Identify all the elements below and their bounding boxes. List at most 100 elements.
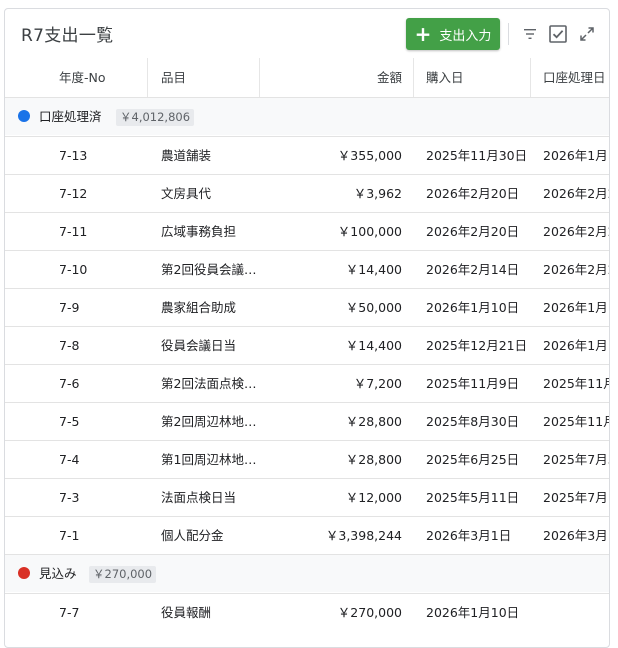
cell-item: 農道舗装 bbox=[161, 148, 212, 163]
cell-account-date: 2025年11月 bbox=[543, 414, 610, 429]
cell-year-no: 7-8 bbox=[59, 338, 80, 353]
add-expense-label: 支出入力 bbox=[439, 28, 492, 44]
expense-table: 年度-No 品目 金額 購入日 口座処理日 口座処理済 ￥4,012,806 7-1… bbox=[5, 58, 610, 647]
column-header-purchase-date[interactable]: 購入日 bbox=[426, 58, 531, 98]
cell-item: 役員会議日当 bbox=[161, 338, 237, 353]
cell-item: 文房具代 bbox=[161, 186, 212, 201]
cell-amount: ￥7,200 bbox=[353, 376, 402, 391]
checkbox-icon[interactable] bbox=[546, 22, 570, 46]
table-row[interactable]: 7-10 第2回役員会議… ￥14,400 2026年2月14日 2026年2月2 bbox=[5, 250, 610, 288]
cell-amount: ￥3,962 bbox=[353, 186, 402, 201]
cell-amount: ￥355,000 bbox=[337, 148, 402, 163]
cell-item: 個人配分金 bbox=[161, 528, 224, 543]
cell-account-date: 2025年7月3 bbox=[543, 452, 610, 467]
cell-item: 第2回役員会議… bbox=[161, 262, 257, 277]
cell-purchase-date: 2025年11月30日 bbox=[426, 148, 528, 163]
table-header-row: 年度-No 品目 金額 購入日 口座処理日 bbox=[5, 58, 609, 98]
cell-purchase-date: 2026年1月10日 bbox=[426, 300, 520, 315]
column-divider bbox=[147, 58, 148, 98]
cell-purchase-date: 2025年11月9日 bbox=[426, 376, 520, 391]
table-row[interactable]: 7-11 広域事務負担 ￥100,000 2026年2月20日 2026年2月2 bbox=[5, 212, 610, 250]
expand-icon[interactable] bbox=[575, 22, 599, 46]
cell-amount: ￥14,400 bbox=[345, 338, 402, 353]
group-total-badge: ￥4,012,806 bbox=[116, 109, 195, 126]
cell-amount: ￥3,398,244 bbox=[325, 528, 402, 543]
table-row[interactable]: 7-1 個人配分金 ￥3,398,244 2026年3月1日 2026年3月1 bbox=[5, 516, 610, 554]
group-label: 口座処理済 bbox=[39, 109, 102, 124]
cell-purchase-date: 2025年12月21日 bbox=[426, 338, 528, 353]
table-row[interactable]: 7-12 文房具代 ￥3,962 2026年2月20日 2026年2月2 bbox=[5, 174, 610, 212]
column-header-item[interactable]: 品目 bbox=[161, 58, 271, 98]
cell-amount: ￥270,000 bbox=[337, 605, 402, 620]
group-label: 見込み bbox=[39, 566, 77, 581]
cell-item: 役員報酬 bbox=[161, 605, 212, 620]
cell-item: 農家組合助成 bbox=[161, 300, 237, 315]
add-expense-button[interactable]: + 支出入力 bbox=[406, 18, 500, 50]
table-row[interactable]: 7-8 役員会議日当 ￥14,400 2025年12月21日 2026年1月1 bbox=[5, 326, 610, 364]
column-header-account-date[interactable]: 口座処理日 bbox=[543, 58, 609, 98]
cell-year-no: 7-11 bbox=[59, 224, 88, 239]
group-header[interactable]: 口座処理済 ￥4,012,806 bbox=[5, 97, 609, 135]
cell-amount: ￥28,800 bbox=[345, 452, 402, 467]
table-row[interactable]: 7-13 農道舗装 ￥355,000 2025年11月30日 2026年1月1 bbox=[5, 136, 610, 174]
group-status-dot bbox=[18, 110, 30, 122]
column-divider bbox=[530, 58, 531, 98]
card-header: R7支出一覧 + 支出入力 bbox=[5, 9, 609, 59]
cell-item: 第2回法面点検… bbox=[161, 376, 257, 391]
cell-account-date: 2026年1月1 bbox=[543, 338, 610, 353]
cell-year-no: 7-6 bbox=[59, 376, 80, 391]
cell-purchase-date: 2026年2月14日 bbox=[426, 262, 520, 277]
filter-icon[interactable] bbox=[518, 22, 542, 46]
group-header[interactable]: 見込み ￥270,000 bbox=[5, 554, 609, 592]
cell-amount: ￥28,800 bbox=[345, 414, 402, 429]
cell-account-date: 2025年7月1 bbox=[543, 490, 610, 505]
cell-account-date: 2025年11月 bbox=[543, 376, 610, 391]
group-total-badge: ￥270,000 bbox=[89, 566, 157, 583]
cell-purchase-date: 2025年8月30日 bbox=[426, 414, 520, 429]
cell-year-no: 7-1 bbox=[59, 528, 80, 543]
cell-item: 法面点検日当 bbox=[161, 490, 237, 505]
cell-account-date: 2026年2月2 bbox=[543, 224, 610, 239]
expense-list-card: R7支出一覧 + 支出入力 年度-No 品目 金額 購入日 口座処理日 口座処理… bbox=[4, 8, 610, 648]
cell-item: 第2回周辺林地… bbox=[161, 414, 257, 429]
cell-year-no: 7-7 bbox=[59, 605, 80, 620]
table-row[interactable]: 7-3 法面点検日当 ￥12,000 2025年5月11日 2025年7月1 bbox=[5, 478, 610, 516]
column-header-amount[interactable]: 金額 bbox=[259, 58, 402, 98]
cell-purchase-date: 2026年2月20日 bbox=[426, 224, 520, 239]
column-divider bbox=[413, 58, 414, 98]
cell-amount: ￥50,000 bbox=[345, 300, 402, 315]
page-title: R7支出一覧 bbox=[21, 26, 114, 46]
column-header-year-no[interactable]: 年度-No bbox=[59, 58, 147, 98]
cell-year-no: 7-12 bbox=[59, 186, 88, 201]
table-row[interactable]: 7-5 第2回周辺林地… ￥28,800 2025年8月30日 2025年11月 bbox=[5, 402, 610, 440]
cell-year-no: 7-13 bbox=[59, 148, 88, 163]
group-status-dot bbox=[18, 567, 30, 579]
cell-account-date: 2026年2月2 bbox=[543, 186, 610, 201]
cell-account-date: 2026年2月2 bbox=[543, 262, 610, 277]
cell-amount: ￥12,000 bbox=[345, 490, 402, 505]
cell-account-date: 2026年1月1 bbox=[543, 300, 610, 315]
cell-year-no: 7-5 bbox=[59, 414, 80, 429]
cell-year-no: 7-10 bbox=[59, 262, 88, 277]
cell-account-date: 2026年1月1 bbox=[543, 148, 610, 163]
cell-purchase-date: 2025年5月11日 bbox=[426, 490, 520, 505]
table-row[interactable]: 7-4 第1回周辺林地… ￥28,800 2025年6月25日 2025年7月3 bbox=[5, 440, 610, 478]
cell-account-date bbox=[543, 594, 609, 632]
table-row[interactable]: 7-7 役員報酬 ￥270,000 2026年1月10日 bbox=[5, 593, 609, 632]
toolbar-divider bbox=[508, 23, 509, 45]
cell-purchase-date: 2026年1月10日 bbox=[426, 605, 520, 620]
table-row[interactable]: 7-9 農家組合助成 ￥50,000 2026年1月10日 2026年1月1 bbox=[5, 288, 610, 326]
cell-amount: ￥100,000 bbox=[337, 224, 402, 239]
cell-year-no: 7-3 bbox=[59, 490, 80, 505]
cell-item: 第1回周辺林地… bbox=[161, 452, 257, 467]
cell-item: 広域事務負担 bbox=[161, 224, 237, 239]
plus-icon: + bbox=[414, 22, 432, 46]
cell-year-no: 7-4 bbox=[59, 452, 80, 467]
cell-year-no: 7-9 bbox=[59, 300, 80, 315]
cell-account-date: 2026年3月1 bbox=[543, 528, 610, 543]
cell-purchase-date: 2026年2月20日 bbox=[426, 186, 520, 201]
table-row[interactable]: 7-6 第2回法面点検… ￥7,200 2025年11月9日 2025年11月 bbox=[5, 364, 610, 402]
cell-amount: ￥14,400 bbox=[345, 262, 402, 277]
cell-purchase-date: 2026年3月1日 bbox=[426, 528, 512, 543]
cell-purchase-date: 2025年6月25日 bbox=[426, 452, 520, 467]
